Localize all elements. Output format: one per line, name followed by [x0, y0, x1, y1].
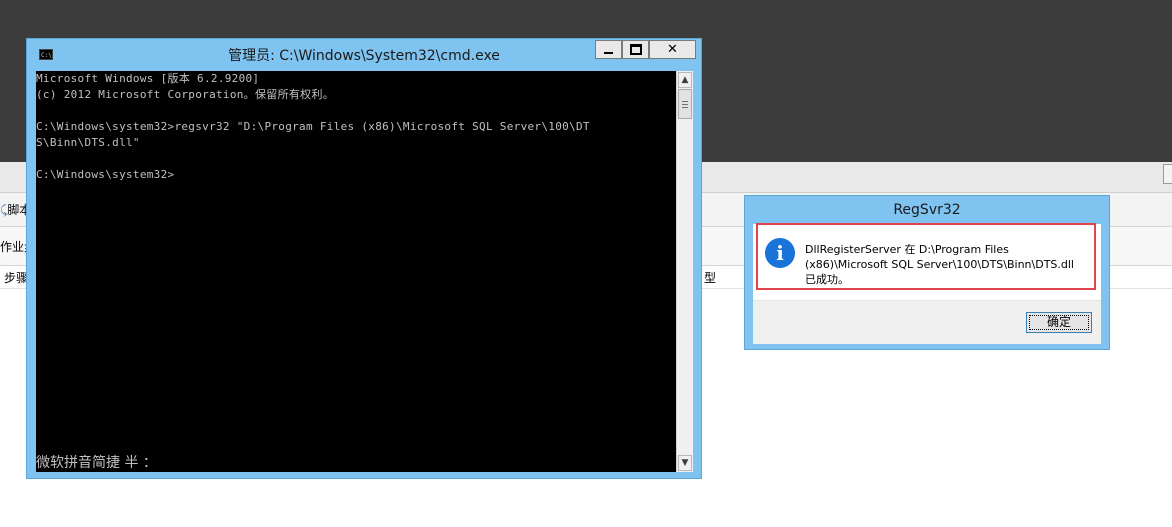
scroll-up-button[interactable]: ▲ [678, 72, 692, 88]
cmd-window[interactable]: C:\ 管理员: C:\Windows\System32\cmd.exe ✕ M… [26, 38, 702, 479]
maximize-button[interactable] [622, 40, 649, 59]
column-step[interactable]: 步骤 [4, 269, 28, 286]
dialog-footer: 确定 [753, 300, 1101, 344]
close-icon: ✕ [667, 42, 678, 57]
chevron-down-icon: ▼ [681, 458, 689, 468]
ime-status: 微软拼音简捷 半 ： [36, 455, 157, 471]
console-line: Microsoft Windows [版本 6.2.9200] [36, 72, 260, 85]
console-prompt: C:\Windows\system32> [36, 168, 175, 181]
chevron-up-icon: ▲ [681, 75, 689, 85]
highlight-annotation [756, 223, 1096, 290]
console-output[interactable]: Microsoft Windows [版本 6.2.9200] (c) 2012… [36, 71, 676, 472]
console-line: (c) 2012 Microsoft Corporation。保留所有权利。 [36, 88, 335, 101]
scrollbar-thumb[interactable] [678, 89, 692, 119]
minimize-button[interactable] [595, 40, 622, 59]
dialog-body: i DllRegisterServer 在 D:\Program Files (… [753, 223, 1101, 344]
minimize-icon [604, 51, 613, 54]
dialog-title: RegSvr32 [893, 202, 961, 218]
console-line: C:\Windows\system32>regsvr32 "D:\Program… [36, 120, 590, 133]
grip-line [682, 101, 688, 102]
console-scrollbar[interactable]: ▲ ▼ [676, 71, 693, 472]
maximize-icon [629, 44, 642, 55]
console-line: S\Binn\DTS.dll" [36, 136, 140, 149]
grip-line [682, 107, 688, 108]
cmd-titlebar[interactable]: C:\ 管理员: C:\Windows\System32\cmd.exe ✕ [27, 39, 701, 71]
ok-button[interactable]: 确定 [1026, 312, 1092, 333]
regsvr32-dialog[interactable]: RegSvr32 i DllRegisterServer 在 D:\Progra… [744, 195, 1110, 350]
column-type[interactable]: 型 [704, 269, 716, 286]
scroll-down-button[interactable]: ▼ [678, 455, 692, 471]
background-window-edge [1163, 164, 1172, 184]
grip-line [682, 104, 688, 105]
close-button[interactable]: ✕ [649, 40, 696, 59]
